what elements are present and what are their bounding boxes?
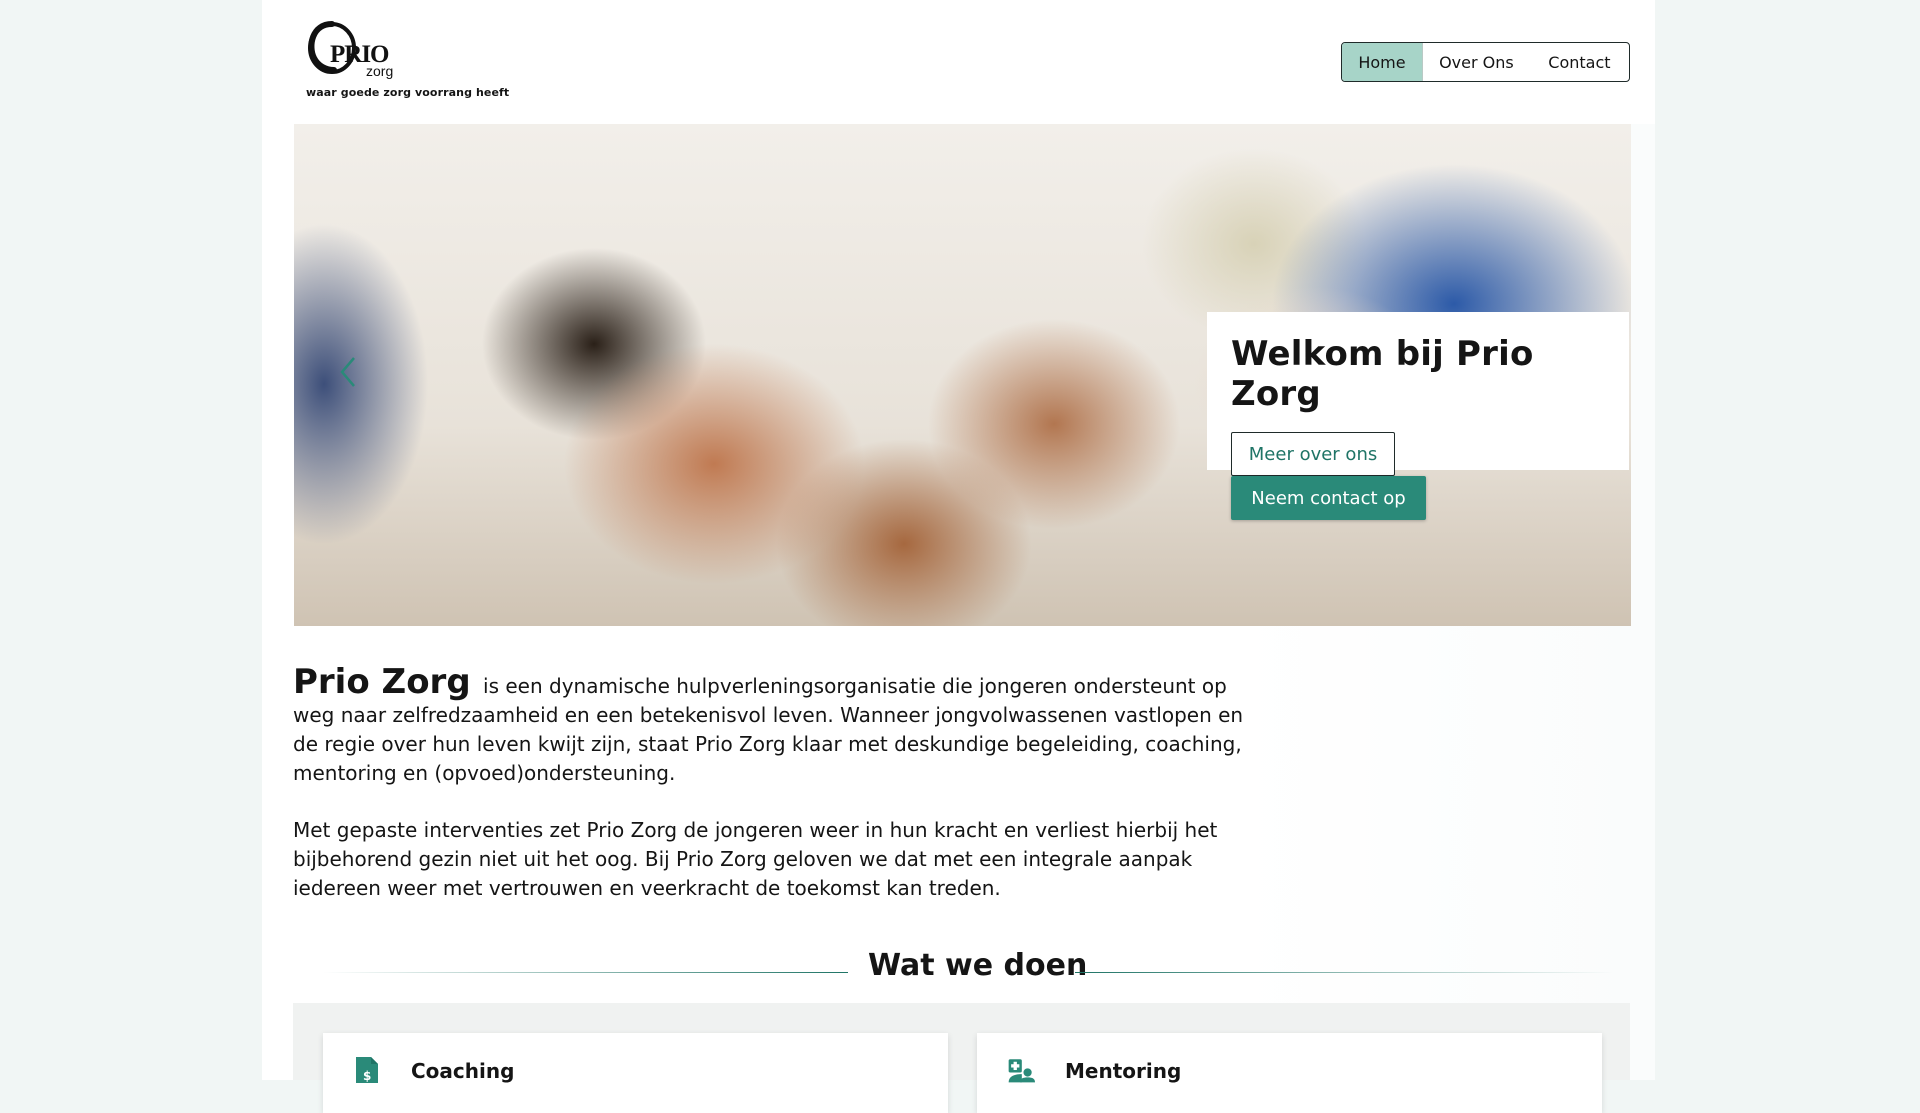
intro-paragraph-2: Met gepaste interventies zet Prio Zorg d…: [293, 818, 1218, 900]
service-card-coaching[interactable]: $ Coaching: [323, 1033, 948, 1113]
intro-text: Prio Zorg is een dynamische hulpverlenin…: [293, 665, 1273, 931]
logo-sub: zorg: [366, 63, 393, 79]
service-label-coaching: Coaching: [411, 1059, 515, 1083]
services-section: $ Coaching Mentoring: [293, 1003, 1630, 1113]
hero-caption: Welkom bij Prio Zorg Meer over onsNeem c…: [1207, 312, 1629, 520]
nav-item-over-ons[interactable]: Over Ons: [1423, 43, 1530, 81]
nav-item-home[interactable]: Home: [1342, 43, 1423, 81]
carousel-prev-icon[interactable]: [332, 352, 366, 392]
intro-brand: Prio Zorg: [293, 662, 471, 702]
main-nav: Home Over Ons Contact: [1341, 42, 1630, 82]
divider-right: [1075, 972, 1615, 973]
logo[interactable]: PRIO zorg waar goede zorg voorrang heeft: [304, 18, 509, 108]
section-title: Wat we doen: [868, 948, 1088, 983]
hero-title: Welkom bij Prio Zorg: [1231, 334, 1534, 414]
intro-paragraph-1: Prio Zorg is een dynamische hulpverlenin…: [293, 665, 1273, 788]
invoice-dollar-icon: $: [356, 1057, 378, 1083]
page: PRIO zorg waar goede zorg voorrang heeft…: [262, 0, 1655, 1113]
section-heading-row: Wat we doen: [293, 948, 1630, 992]
more-about-us-button[interactable]: Meer over ons: [1231, 432, 1395, 476]
service-card-mentoring[interactable]: Mentoring: [977, 1033, 1602, 1113]
logo-mark: PRIO zorg: [308, 21, 393, 79]
nav-item-contact[interactable]: Contact: [1530, 43, 1629, 81]
header: PRIO zorg waar goede zorg voorrang heeft…: [262, 0, 1655, 124]
service-label-mentoring: Mentoring: [1065, 1059, 1182, 1083]
user-medical-icon: [1008, 1059, 1035, 1083]
contact-button[interactable]: Neem contact op: [1231, 476, 1426, 520]
divider-left: [323, 972, 848, 973]
svg-text:$: $: [363, 1069, 371, 1083]
logo-tagline: waar goede zorg voorrang heeft: [306, 86, 510, 99]
